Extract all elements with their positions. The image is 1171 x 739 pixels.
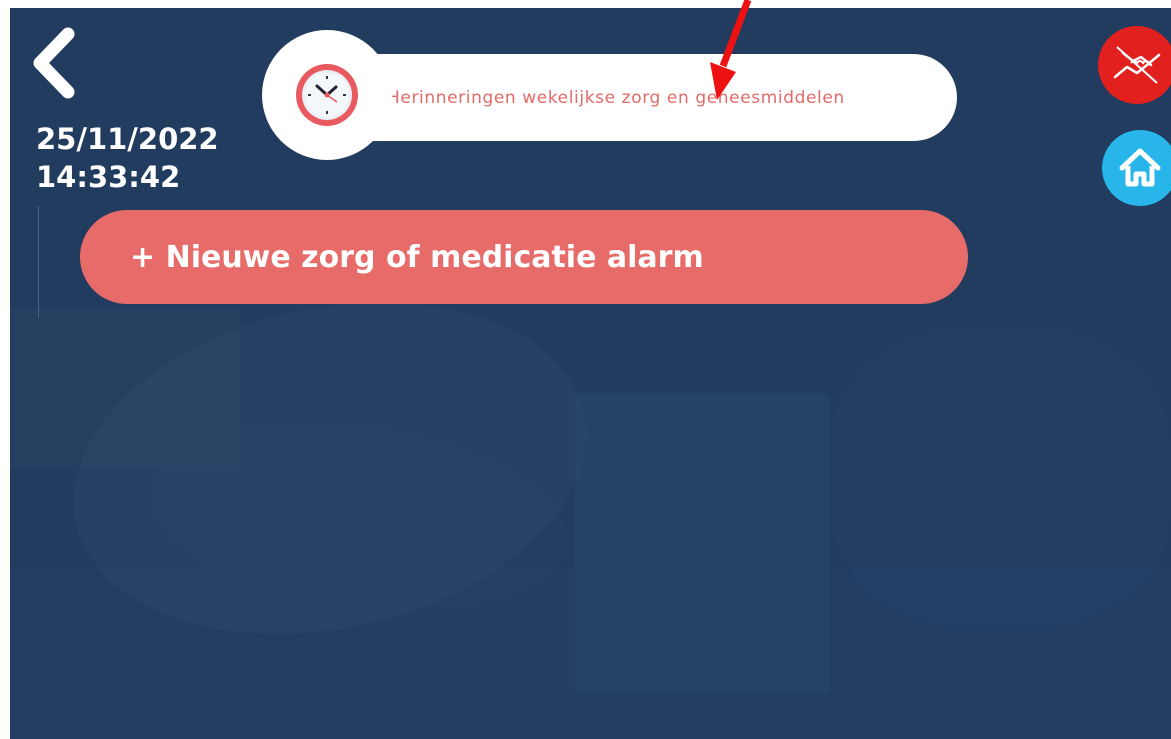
new-alarm-button[interactable]: + Nieuwe zorg of medicatie alarm bbox=[80, 210, 968, 304]
app-screen: 25/11/2022 14:33:42 Herinneringen wekeli… bbox=[10, 8, 1171, 739]
background-photo bbox=[575, 393, 830, 693]
helping-hands-icon bbox=[1113, 46, 1161, 84]
new-alarm-label: + Nieuwe zorg of medicatie alarm bbox=[130, 239, 704, 275]
home-button[interactable] bbox=[1102, 130, 1171, 206]
current-time: 14:33:42 bbox=[36, 160, 181, 194]
home-icon bbox=[1119, 148, 1161, 187]
divider bbox=[38, 206, 39, 318]
help-button[interactable] bbox=[1098, 26, 1171, 104]
clock-badge bbox=[262, 30, 392, 160]
datetime: 25/11/2022 14:33:42 bbox=[36, 120, 219, 196]
page-title: Herinneringen wekelijkse zorg en geneesm… bbox=[387, 87, 845, 108]
chevron-left-icon bbox=[33, 27, 75, 99]
alarm-clock-icon bbox=[296, 64, 358, 126]
background-photo bbox=[830, 328, 1171, 628]
red-arrow-icon bbox=[710, 0, 752, 100]
current-date: 25/11/2022 bbox=[36, 122, 219, 156]
back-button[interactable] bbox=[26, 26, 82, 100]
page-title-bar: Herinneringen wekelijkse zorg en geneesm… bbox=[310, 54, 957, 141]
